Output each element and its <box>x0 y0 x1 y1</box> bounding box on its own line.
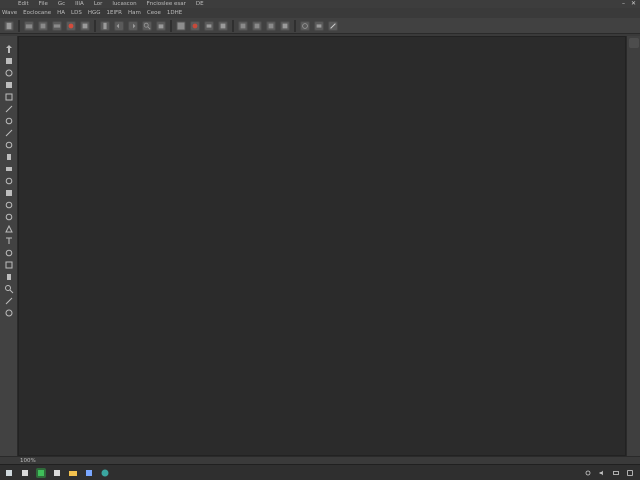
shape-tool-icon[interactable] <box>2 260 16 270</box>
taskbar-left <box>0 467 110 478</box>
toolbar-separator <box>232 19 234 32</box>
start-icon[interactable] <box>4 468 14 478</box>
menu-item-fncioslee[interactable]: Fncioslee esar <box>147 0 186 8</box>
menu-item-de[interactable]: DE <box>196 0 204 8</box>
undo-icon[interactable] <box>114 20 124 31</box>
brush-icon[interactable] <box>190 20 200 31</box>
app-window: Edit File Gc IIIA Lor lucascon Fncioslee… <box>0 0 640 480</box>
toolbar-separator <box>294 19 296 32</box>
cut-icon[interactable] <box>66 20 76 31</box>
fill-tool-icon[interactable] <box>2 176 16 186</box>
healing-tool-icon[interactable] <box>2 152 16 162</box>
toolbar-separator <box>94 19 96 32</box>
magic-wand-icon[interactable] <box>2 80 16 90</box>
color-swap-icon[interactable] <box>2 308 16 318</box>
system-tray <box>584 469 640 477</box>
fill-icon[interactable] <box>218 20 228 31</box>
submenu-item-ham[interactable]: Ham <box>128 8 141 18</box>
pen-tool-icon[interactable] <box>2 224 16 234</box>
toolbar-separator <box>18 19 20 32</box>
dodge-tool-icon[interactable] <box>2 212 16 222</box>
shape-icon[interactable] <box>252 20 262 31</box>
submenu-item-wave[interactable]: Wave <box>2 8 17 18</box>
hand-icon[interactable] <box>156 20 166 31</box>
title-bar: Edit File Gc IIIA Lor lucascon Fncioslee… <box>0 0 640 8</box>
submenu-item-eoclocane[interactable]: Eoclocane <box>23 8 51 18</box>
close-button[interactable]: ✕ <box>631 0 636 8</box>
zoom-icon[interactable] <box>142 20 152 31</box>
menu-bar: Edit File Gc IIIA Lor lucascon Fncioslee… <box>0 0 204 8</box>
right-panel-rail <box>626 36 640 456</box>
gradient-tool-icon[interactable] <box>2 188 16 198</box>
menu-item-edit[interactable]: Edit <box>18 0 29 8</box>
move-tool-icon[interactable] <box>2 44 16 54</box>
clone-tool-icon[interactable] <box>2 140 16 150</box>
menu-item-lucascon[interactable]: lucascon <box>112 0 136 8</box>
redo-icon[interactable] <box>128 20 138 31</box>
blur-tool-icon[interactable] <box>2 200 16 210</box>
app-blue-icon[interactable] <box>84 468 94 478</box>
submenu-item-ha[interactable]: HA <box>57 8 65 18</box>
copy-icon[interactable] <box>80 20 90 31</box>
browser-icon[interactable] <box>100 468 110 478</box>
submenu-item-1dhe[interactable]: 1DHE <box>167 8 182 18</box>
status-bar: 100% <box>0 456 640 464</box>
save-icon[interactable] <box>38 20 48 31</box>
lasso-tool-icon[interactable] <box>2 68 16 78</box>
menu-item-gc[interactable]: Gc <box>58 0 65 8</box>
eyedropper-tool-icon[interactable] <box>2 296 16 306</box>
panel-toggle-icon[interactable] <box>629 38 639 48</box>
open-icon[interactable] <box>24 20 34 31</box>
select-tool-icon[interactable] <box>2 56 16 66</box>
toolbar-separator <box>170 19 172 32</box>
menu-item-lor[interactable]: Lor <box>94 0 103 8</box>
eyedropper-icon[interactable] <box>328 20 338 31</box>
app-window-icon[interactable] <box>52 468 62 478</box>
zoom-tool-icon[interactable] <box>2 284 16 294</box>
minimize-button[interactable]: – <box>622 0 625 8</box>
notification-icon[interactable] <box>626 469 634 477</box>
print-icon[interactable] <box>52 20 62 31</box>
main-toolbar <box>0 18 640 34</box>
battery-icon[interactable] <box>612 469 620 477</box>
select-icon[interactable] <box>280 20 290 31</box>
canvas-area[interactable] <box>18 36 626 456</box>
submenu-item-lds[interactable]: LDS <box>71 8 82 18</box>
taskbar <box>0 464 640 480</box>
flip-icon[interactable] <box>314 20 324 31</box>
eraser-tool-icon[interactable] <box>2 164 16 174</box>
new-file-icon[interactable] <box>4 20 14 31</box>
submenu-item-1elfr[interactable]: 1ElFR <box>107 8 123 18</box>
eraser-icon[interactable] <box>204 20 214 31</box>
crop-tool-icon[interactable] <box>2 92 16 102</box>
submenu-item-ceoe[interactable]: Ceoe <box>147 8 161 18</box>
app-green-icon[interactable] <box>36 467 46 478</box>
sound-icon[interactable] <box>598 469 606 477</box>
submenu-item-hgg[interactable]: HGG <box>88 8 101 18</box>
crop-icon[interactable] <box>266 20 276 31</box>
text-icon[interactable] <box>238 20 248 31</box>
brush-tool-icon[interactable] <box>2 116 16 126</box>
network-icon[interactable] <box>584 469 592 477</box>
text-tool-icon[interactable] <box>2 236 16 246</box>
pencil-tool-icon[interactable] <box>2 128 16 138</box>
layer-icon[interactable] <box>176 20 186 31</box>
menu-item-file[interactable]: File <box>39 0 48 8</box>
window-controls: – ✕ <box>622 0 636 8</box>
tool-panel <box>0 36 18 456</box>
folder-icon[interactable] <box>68 468 78 478</box>
menu-item-iiia[interactable]: IIIA <box>75 0 84 8</box>
rotate-icon[interactable] <box>300 20 310 31</box>
file-explorer-icon[interactable] <box>20 468 30 478</box>
path-tool-icon[interactable] <box>2 248 16 258</box>
paste-icon[interactable] <box>100 20 110 31</box>
hand-tool-icon[interactable] <box>2 272 16 282</box>
slice-tool-icon[interactable] <box>2 104 16 114</box>
